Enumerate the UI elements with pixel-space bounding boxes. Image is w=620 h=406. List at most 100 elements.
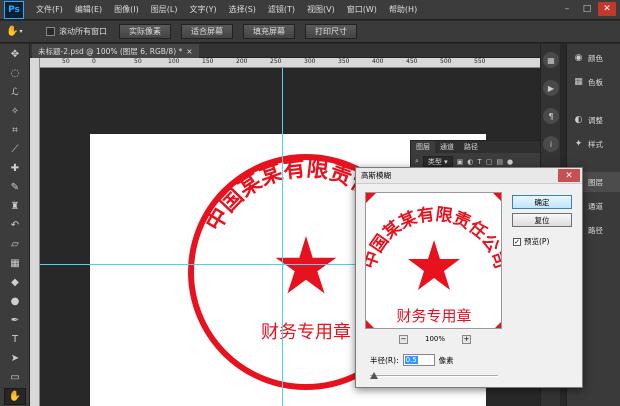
brush-icon[interactable]: ✎ bbox=[4, 179, 26, 196]
adjustments-icon: ◐ bbox=[574, 115, 583, 125]
radius-unit: 像素 bbox=[438, 355, 454, 365]
tools-panel: ✥ ◌ ℒ ✧ ⌗ ⟋ ✚ ✎ ♜ ↶ ▱ ▦ ◆ ● ✒ T ➤ ▭ ✋ ⌕ bbox=[0, 44, 30, 406]
properties-icon[interactable]: ¶ bbox=[543, 108, 559, 124]
document-tab[interactable]: 未标题-2.psd @ 100% (图层 6, RGB/8) * × bbox=[32, 44, 199, 58]
menu-view[interactable]: 视图(V) bbox=[301, 4, 341, 15]
blur-preview[interactable]: 中国某某有限责任公司 财务专用章 bbox=[365, 192, 502, 329]
radius-slider[interactable] bbox=[370, 372, 498, 379]
preview-zoom-level: 100% bbox=[424, 335, 445, 343]
shape-icon[interactable]: ▭ bbox=[4, 369, 26, 386]
restore-button[interactable]: □ bbox=[578, 2, 596, 16]
marquee-icon[interactable]: ◌ bbox=[4, 65, 26, 82]
swatches-icon: ▦ bbox=[574, 77, 583, 87]
ruler-tick: 250 bbox=[270, 58, 282, 65]
pen-icon[interactable]: ✒ bbox=[4, 312, 26, 329]
adjustment-filter-icon[interactable]: ◐ bbox=[467, 158, 473, 166]
vertical-ruler[interactable] bbox=[30, 58, 40, 406]
ruler-tick: 0 bbox=[92, 58, 96, 65]
vertical-guide[interactable] bbox=[282, 68, 283, 406]
preview-label: 预览(P) bbox=[524, 237, 550, 246]
photoshop-logo: Ps bbox=[4, 0, 24, 19]
fill-screen-button[interactable]: 填充屏幕 bbox=[243, 24, 295, 39]
tab-channels[interactable]: 通道 bbox=[435, 141, 459, 153]
panel-styles-label: 样式 bbox=[588, 139, 603, 149]
fit-screen-button[interactable]: 适合屏幕 bbox=[181, 24, 233, 39]
ruler-tick: 450 bbox=[406, 58, 418, 65]
minimize-button[interactable]: – bbox=[558, 2, 576, 16]
document-tab-bar: 未标题-2.psd @ 100% (图层 6, RGB/8) * × bbox=[30, 44, 540, 58]
history-brush-icon[interactable]: ↶ bbox=[4, 217, 26, 234]
smart-object-filter-icon[interactable]: ▤ bbox=[496, 158, 503, 166]
stamp-center-text: 财务专用章 bbox=[261, 322, 351, 343]
menu-filter[interactable]: 滤镜(T) bbox=[262, 4, 301, 15]
radius-slider-thumb[interactable] bbox=[370, 372, 378, 379]
hand-icon[interactable]: ✋ bbox=[4, 388, 26, 405]
history-icon[interactable]: ▦ bbox=[543, 52, 559, 68]
zoom-out-button[interactable]: − bbox=[399, 334, 408, 344]
dodge-icon[interactable]: ● bbox=[4, 293, 26, 310]
menu-file[interactable]: 文件(F) bbox=[30, 4, 69, 15]
menu-type[interactable]: 文字(Y) bbox=[183, 4, 222, 15]
actions-icon[interactable]: ▶ bbox=[543, 80, 559, 96]
panel-channels-label: 通道 bbox=[588, 201, 603, 211]
radius-row: 半径(R): 0.5 像素 bbox=[370, 354, 454, 366]
filter-toggle-icon[interactable]: ● bbox=[507, 158, 513, 166]
eyedropper-icon[interactable]: ⟋ bbox=[4, 141, 26, 158]
move-icon[interactable]: ✥ bbox=[4, 46, 26, 63]
scroll-all-windows-label: 滚动所有窗口 bbox=[59, 27, 107, 36]
styles-icon: ✦ bbox=[574, 139, 583, 149]
tab-paths[interactable]: 路径 bbox=[459, 141, 483, 153]
print-size-button[interactable]: 打印尺寸 bbox=[305, 24, 357, 39]
ruler-tick: 500 bbox=[440, 58, 452, 65]
clone-stamp-icon[interactable]: ♜ bbox=[4, 198, 26, 215]
gradient-icon[interactable]: ▦ bbox=[4, 255, 26, 272]
menu-select[interactable]: 选择(S) bbox=[223, 4, 262, 15]
ruler-tick: 550 bbox=[474, 58, 486, 65]
layer-filter-select[interactable]: 类型 ▾ bbox=[422, 156, 453, 167]
menu-help[interactable]: 帮助(H) bbox=[383, 4, 423, 15]
info-icon[interactable]: i bbox=[543, 136, 559, 152]
shape-filter-icon[interactable]: ▢ bbox=[486, 158, 493, 166]
actual-pixels-button[interactable]: 实际像素 bbox=[119, 24, 171, 39]
pixel-filter-icon[interactable]: ▣ bbox=[457, 158, 464, 166]
lasso-icon[interactable]: ℒ bbox=[4, 84, 26, 101]
path-selection-icon[interactable]: ➤ bbox=[4, 350, 26, 367]
reset-button[interactable]: 复位 bbox=[512, 213, 572, 227]
panel-adjustments-label: 调整 bbox=[588, 115, 603, 125]
blur-icon[interactable]: ◆ bbox=[4, 274, 26, 291]
document-tab-title: 未标题-2.psd @ 100% (图层 6, RGB/8) * bbox=[38, 46, 183, 56]
horizontal-ruler[interactable]: 50 0 50 100 150 200 250 300 350 400 450 … bbox=[40, 58, 540, 68]
panel-adjustments[interactable]: ◐ 调整 bbox=[567, 110, 620, 130]
tool-preset-picker[interactable]: ✋ ▾ bbox=[6, 23, 34, 41]
layers-panel-tabs: 图层 通道 路径 bbox=[411, 141, 559, 153]
type-filter-icon[interactable]: T bbox=[477, 158, 481, 166]
crop-icon[interactable]: ⌗ bbox=[4, 122, 26, 139]
radius-input[interactable]: 0.5 bbox=[402, 354, 435, 366]
panel-swatches-label: 色板 bbox=[588, 77, 603, 87]
layer-filter-label: 类型 bbox=[427, 157, 442, 166]
ok-button[interactable]: 确定 bbox=[512, 195, 572, 209]
scroll-all-windows-checkbox[interactable] bbox=[46, 27, 55, 36]
preview-option: ✓ 预览(P) bbox=[513, 236, 549, 247]
menu-image[interactable]: 图像(I) bbox=[108, 4, 145, 15]
magic-wand-icon[interactable]: ✧ bbox=[4, 103, 26, 120]
menu-layer[interactable]: 图层(L) bbox=[145, 4, 184, 15]
radius-label: 半径(R): bbox=[370, 355, 399, 365]
healing-brush-icon[interactable]: ✚ bbox=[4, 160, 26, 177]
panel-color[interactable]: ◉ 颜色 bbox=[567, 48, 620, 68]
preview-checkbox[interactable]: ✓ bbox=[513, 237, 521, 246]
tab-layers[interactable]: 图层 bbox=[411, 141, 435, 153]
panel-swatches[interactable]: ▦ 色板 bbox=[567, 72, 620, 92]
close-window-button[interactable]: ✕ bbox=[598, 2, 616, 16]
dialog-titlebar[interactable]: 高斯模糊 bbox=[356, 168, 582, 184]
eraser-icon[interactable]: ▱ bbox=[4, 236, 26, 253]
gaussian-blur-dialog: 高斯模糊 ✕ 中国某某有限责任公司 财务专用章 − 100% + bbox=[355, 167, 583, 388]
type-icon[interactable]: T bbox=[4, 331, 26, 348]
zoom-in-button[interactable]: + bbox=[461, 334, 471, 344]
dialog-close-button[interactable]: ✕ bbox=[558, 169, 580, 182]
ruler-tick: 100 bbox=[168, 58, 180, 65]
menu-edit[interactable]: 编辑(E) bbox=[69, 4, 108, 15]
panel-styles[interactable]: ✦ 样式 bbox=[567, 134, 620, 154]
menu-window[interactable]: 窗口(W) bbox=[341, 4, 383, 15]
close-tab-icon[interactable]: × bbox=[186, 47, 192, 56]
